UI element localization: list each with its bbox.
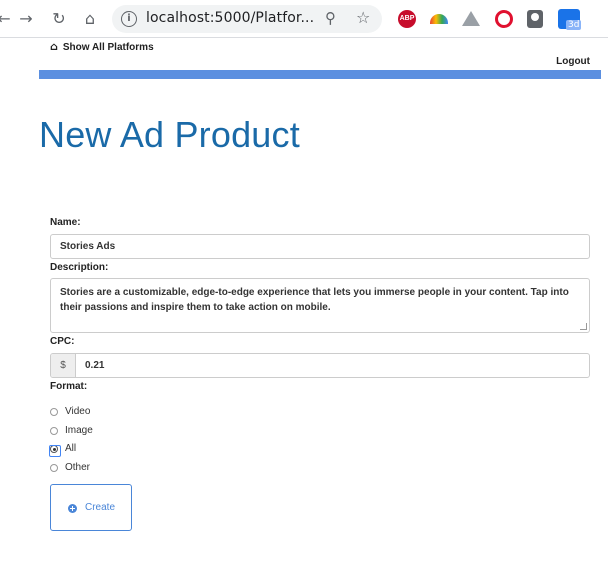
reload-icon[interactable]: ↻	[49, 9, 69, 29]
radio-all[interactable]	[49, 445, 61, 457]
address-bar[interactable]: i localhost:5000/Platfor... ⚲ ☆	[112, 5, 382, 33]
create-button[interactable]: Create	[50, 484, 132, 531]
home-icon: ⌂	[50, 40, 58, 53]
radio-label-video: Video	[65, 406, 91, 417]
description-text: Stories are a customizable, edge-to-edge…	[60, 287, 569, 313]
show-all-platforms-label: Show All Platforms	[62, 42, 154, 53]
resize-handle[interactable]	[580, 323, 587, 330]
back-icon[interactable]: ←	[0, 9, 14, 29]
format-label: Format:	[50, 381, 88, 392]
currency-addon: $	[51, 354, 76, 377]
plus-circle-icon	[68, 504, 77, 513]
home-icon[interactable]: ⌂	[80, 9, 100, 29]
description-field[interactable]: Stories are a customizable, edge-to-edge…	[50, 278, 590, 333]
radio-label-image: Image	[65, 425, 93, 436]
cpc-field[interactable]: 0.21	[85, 360, 104, 371]
forward-icon[interactable]: →	[16, 9, 36, 29]
radio-image[interactable]	[50, 427, 58, 435]
cpc-label: CPC:	[50, 336, 75, 347]
logout-link[interactable]: Logout	[556, 56, 590, 67]
radio-other[interactable]	[50, 464, 58, 472]
adblock-plus-icon[interactable]: ABP	[398, 10, 416, 28]
zoom-icon[interactable]: ⚲	[325, 9, 336, 27]
radio-video[interactable]	[50, 408, 58, 416]
google-drive-icon[interactable]	[462, 11, 480, 26]
create-label: Create	[85, 502, 116, 513]
opera-shield-icon[interactable]	[495, 10, 513, 28]
3d-extension-label: 3d	[566, 20, 582, 30]
name-field[interactable]: Stories Ads	[50, 234, 590, 259]
description-label: Description:	[50, 262, 109, 273]
name-label: Name:	[50, 217, 81, 228]
browser-toolbar: ← → ↻ ⌂ i localhost:5000/Platfor... ⚲ ☆ …	[0, 0, 608, 38]
radio-label-other: Other	[65, 462, 91, 473]
focus-ring	[49, 445, 61, 457]
radio-label-all: All	[65, 443, 77, 454]
page-title: New Ad Product	[39, 114, 300, 155]
rainbow-extension-icon[interactable]	[430, 14, 448, 24]
cpc-input-group: $ 0.21	[50, 353, 590, 378]
info-icon[interactable]: i	[121, 11, 137, 27]
show-all-platforms-link[interactable]: ⌂ Show All Platforms	[50, 40, 154, 53]
bookmark-star-icon[interactable]: ☆	[356, 8, 370, 27]
lightbulb-icon[interactable]	[527, 10, 543, 28]
header-accent-bar	[39, 70, 601, 79]
url-text[interactable]: localhost:5000/Platfor...	[146, 10, 314, 26]
